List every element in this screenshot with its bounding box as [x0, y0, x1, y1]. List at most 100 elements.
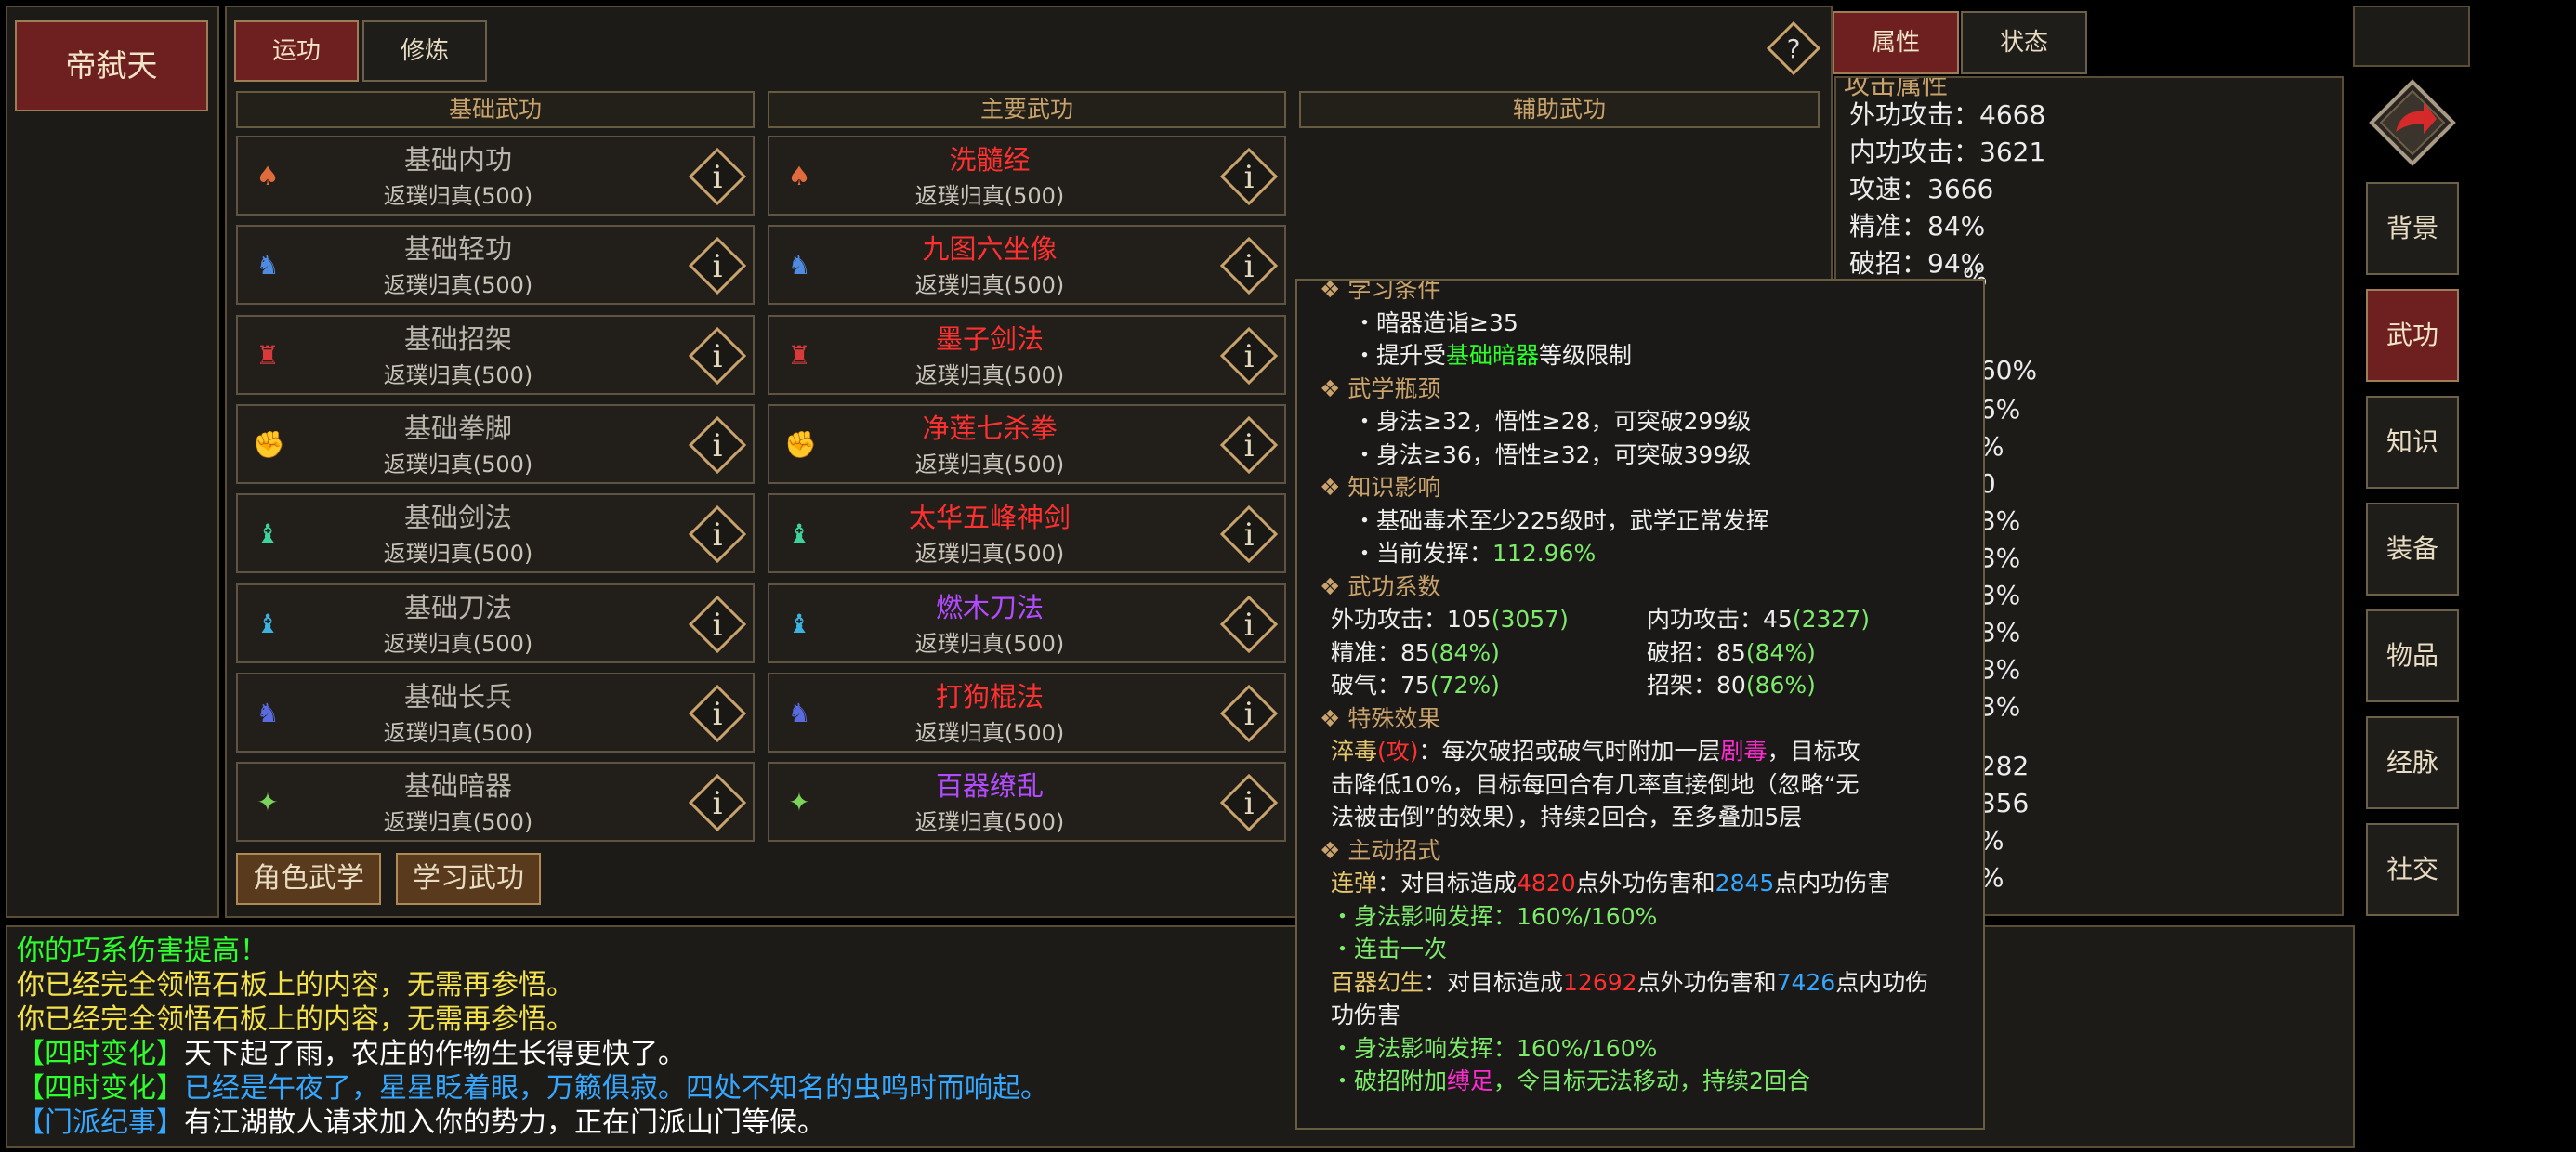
basic-skill-card[interactable]: ♝ 基础刀法 返璞归真(500) i — [236, 583, 755, 663]
side-nav-equipment[interactable]: 装备 — [2366, 503, 2459, 596]
info-icon: i — [1219, 237, 1279, 295]
skill-info-button[interactable]: i — [688, 236, 747, 295]
tt-special-2: 击降低10%，目标每回合有几率直接倒地（忽略“无 — [1331, 770, 1860, 798]
tt-active-6: ・身法影响发挥：160%/160% — [1331, 1034, 1658, 1062]
tab-xiulian[interactable]: 修炼 — [362, 20, 487, 82]
left-column — [6, 6, 219, 918]
basic-skill-card[interactable]: ♜ 基础招架 返璞归真(500) i — [236, 314, 755, 395]
character-name-button[interactable]: 帝弑天 — [15, 20, 208, 111]
role-skills-button[interactable]: 角色武学 — [236, 853, 381, 905]
tt-special-3: 法被击倒”的效果），持续2回合，至多叠加5层 — [1331, 804, 1803, 831]
main-skill-card[interactable]: ♞ 打狗棍法 返璞归真(500) i — [768, 672, 1286, 753]
main-skill-card[interactable]: ✦ 百器缭乱 返璞归真(500) i — [768, 762, 1286, 843]
svg-text:?: ? — [1787, 33, 1801, 64]
skill-info-button[interactable]: i — [1219, 773, 1279, 832]
side-nav-meridians[interactable]: 经脉 — [2366, 716, 2459, 809]
skill-info-button[interactable]: i — [688, 326, 747, 386]
svg-text:i: i — [713, 517, 723, 554]
skill-name: 基础轻功 — [403, 233, 512, 266]
basic-skill-card[interactable]: ✊ 基础拳脚 返璞归真(500) i — [236, 403, 755, 484]
skill-info-button[interactable]: i — [688, 504, 747, 564]
side-nav-social[interactable]: 社交 — [2366, 823, 2459, 916]
svg-text:i: i — [713, 607, 723, 644]
main-skill-card[interactable]: ♝ 燃木刀法 返璞归真(500) i — [768, 583, 1286, 663]
basic-skill-card[interactable]: ♝ 基础剑法 返璞归真(500) i — [236, 493, 755, 574]
basic-skill-card[interactable]: ♠ 基础内功 返璞归真(500) i — [236, 136, 755, 216]
tab-status[interactable]: 状态 — [1961, 11, 2087, 74]
skill-level: 返璞归真(500) — [383, 451, 533, 478]
main-skill-card[interactable]: ♞ 九图六坐像 返璞归真(500) i — [768, 225, 1286, 306]
tt-active-3: ・连击一次 — [1331, 936, 1448, 962]
skill-info-button[interactable]: i — [1219, 326, 1279, 386]
skill-level: 返璞归真(500) — [383, 272, 533, 299]
attribute-line: 内功攻击：3621 — [1849, 137, 2046, 167]
tt-active-4: 百器幻生：对目标造成12692点外功伤害和7426点内功伤 — [1331, 968, 1929, 996]
skill-level: 返璞归真(500) — [914, 272, 1065, 299]
skill-info-button[interactable]: i — [688, 415, 747, 475]
skill-info-button[interactable]: i — [1219, 415, 1279, 475]
main-skill-card[interactable]: ♠ 洗髓经 返璞归真(500) i — [768, 136, 1286, 216]
basic-skill-card[interactable]: ✦ 基础暗器 返璞归真(500) i — [236, 762, 755, 843]
tab-attributes[interactable]: 属性 — [1833, 11, 1959, 74]
info-icon: i — [688, 147, 747, 206]
side-nav-knowledge[interactable]: 知识 — [2366, 396, 2459, 489]
side-nav-items[interactable]: 物品 — [2366, 609, 2459, 702]
svg-text:i: i — [713, 785, 723, 822]
column-header-main: 主要武功 — [768, 91, 1286, 128]
skill-info-button[interactable]: i — [1219, 236, 1279, 295]
skill-info-button[interactable]: i — [688, 595, 747, 654]
skill-info-button[interactable]: i — [688, 147, 747, 206]
learn-skills-button[interactable]: 学习武功 — [396, 853, 541, 905]
basic-skill-card[interactable]: ♞ 基础轻功 返璞归真(500) i — [236, 225, 755, 306]
column-header-basic: 基础武功 — [236, 91, 755, 128]
skill-name: 洗髓经 — [949, 144, 1031, 176]
skill-name: 基础长兵 — [403, 680, 512, 713]
main-skill-card[interactable]: ♜ 墨子剑法 返璞归真(500) i — [768, 314, 1286, 395]
skill-info-button[interactable]: i — [688, 773, 747, 832]
tt-section-bottleneck: ❖ 武学瓶颈 — [1320, 374, 1441, 402]
help-button[interactable]: ? — [1766, 20, 1821, 76]
skill-tooltip: ❖ 学习条件 ・暗器造诣≥35 ・提升受基础暗器等级限制 ❖ 武学瓶颈 ・身法≥… — [1295, 279, 1985, 1130]
main-skill-card[interactable]: ♝ 太华五峰神剑 返璞归真(500) i — [768, 493, 1286, 574]
side-nav-wugong[interactable]: 武功 — [2366, 289, 2459, 382]
skill-name: 基础拳脚 — [403, 412, 512, 444]
skill-info-button[interactable]: i — [1219, 504, 1279, 564]
skill-info-button[interactable]: i — [1219, 595, 1279, 654]
tt-active-1: 连弹：对目标造成4820点外功伤害和2845点内功伤害 — [1331, 870, 1891, 897]
skill-name: 打狗棍法 — [935, 680, 1044, 713]
skill-name: 基础剑法 — [403, 502, 512, 534]
skill-info-button[interactable]: i — [1219, 147, 1279, 206]
info-icon: i — [1219, 147, 1279, 206]
skill-info-button[interactable]: i — [1219, 684, 1279, 743]
skill-name: 九图六坐像 — [922, 233, 1058, 266]
main-skill-card[interactable]: ✊ 净莲七杀拳 返璞归真(500) i — [768, 403, 1286, 484]
log-line: 【四时变化】天下起了雨，农庄的作物生长得更快了。 — [17, 1038, 686, 1070]
svg-text:i: i — [1244, 696, 1255, 733]
svg-text:i: i — [1244, 517, 1255, 554]
skill-name: 基础暗器 — [403, 770, 512, 803]
return-arrow-icon — [2369, 79, 2456, 166]
return-button[interactable] — [2368, 78, 2457, 167]
svg-text:i: i — [713, 696, 723, 733]
skill-level: 返璞归真(500) — [914, 183, 1065, 209]
tt-learn-1: ・暗器造诣≥35 — [1353, 308, 1518, 336]
info-icon: i — [688, 595, 747, 653]
skill-level: 返璞归真(500) — [914, 719, 1065, 746]
tt-coef-row-3: 破气：75(72%) 招架：80(86%) — [1331, 672, 1816, 699]
skill-name: 净莲七杀拳 — [922, 412, 1058, 444]
svg-text:i: i — [713, 248, 723, 285]
skill-info-button[interactable]: i — [688, 684, 747, 743]
skill-name: 太华五峰神剑 — [908, 502, 1071, 534]
tt-bottleneck-2: ・身法≥36，悟性≥32，可突破399级 — [1353, 440, 1752, 468]
basic-skill-card[interactable]: ♞ 基础长兵 返璞归真(500) i — [236, 672, 755, 753]
skill-level: 返璞归真(500) — [383, 541, 533, 568]
tt-coef-row-1: 外功攻击：105(3057) 内功攻击：45(2327) — [1331, 606, 1870, 633]
log-line: 【门派纪事】有江湖散人请求加入你的势力，正在门派山门等候。 — [17, 1106, 825, 1139]
info-icon: i — [688, 326, 747, 385]
tt-section-knowledge: ❖ 知识影响 — [1320, 474, 1441, 501]
tt-knowledge-1: ・基础毒术至少225级时，武学正常发挥 — [1353, 506, 1769, 534]
side-nav-background[interactable]: 背景 — [2366, 182, 2459, 275]
tab-yungong[interactable]: 运功 — [234, 20, 359, 82]
svg-text:i: i — [1244, 338, 1255, 375]
skill-level: 返璞归真(500) — [383, 630, 533, 657]
